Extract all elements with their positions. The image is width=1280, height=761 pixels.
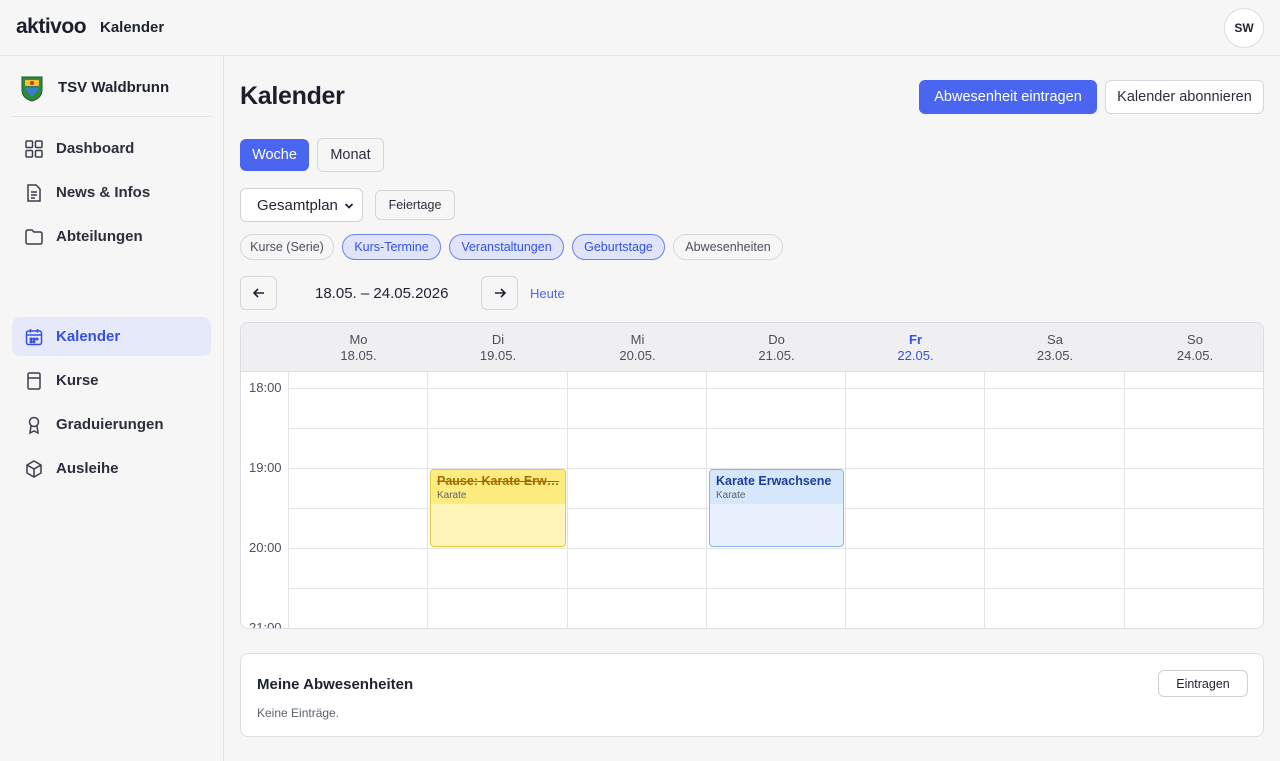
week-date-range: 18.05. – 24.05.2026 bbox=[315, 285, 449, 302]
time-label: 20:00 bbox=[249, 540, 282, 555]
day-date: 19.05. bbox=[479, 348, 517, 363]
column-line bbox=[845, 372, 846, 628]
today-link[interactable]: Heute bbox=[530, 286, 565, 301]
top-bar-title: Kalender bbox=[100, 19, 165, 36]
time-label: 21:00 bbox=[249, 620, 282, 629]
day-date: 18.05. bbox=[340, 348, 377, 363]
day-name: Fr bbox=[909, 332, 922, 347]
filter-chip-geburtstage[interactable]: Geburtstage bbox=[572, 234, 665, 260]
grid-line bbox=[289, 388, 1263, 389]
plan-select[interactable]: Gesamtplan bbox=[240, 188, 363, 222]
day-name: Di bbox=[491, 332, 505, 347]
time-label: 18:00 bbox=[249, 380, 282, 395]
top-bar: aktivoo Kalender SW bbox=[0, 0, 1280, 56]
calendar-body: 18:00 19:00 20:00 21:00 Pause: Karate Er… bbox=[241, 372, 1264, 629]
sidebar-item-label: Abteilungen bbox=[56, 228, 143, 245]
day-name: Mo bbox=[349, 332, 368, 347]
book-icon bbox=[27, 372, 41, 390]
filter-chip-abwesenheiten[interactable]: Abwesenheiten bbox=[673, 234, 783, 260]
day-date: 20.05. bbox=[619, 348, 656, 363]
absences-card: Meine Abwesenheiten Keine Einträge. Eint… bbox=[240, 653, 1264, 737]
app-logo[interactable]: aktivoo bbox=[16, 15, 87, 39]
filter-chip-kurs-termine[interactable]: Kurs-Termine bbox=[342, 234, 441, 260]
arrow-left-icon bbox=[252, 288, 264, 298]
sidebar-item-kurse[interactable]: Kurse bbox=[12, 361, 211, 400]
event-subtitle: Karate bbox=[716, 490, 746, 501]
grid-icon bbox=[25, 140, 43, 158]
club-crest-icon bbox=[21, 76, 43, 102]
column-line bbox=[288, 372, 289, 628]
sidebar-item-dashboard[interactable]: Dashboard bbox=[12, 129, 211, 168]
column-line bbox=[567, 372, 568, 628]
time-label: 19:00 bbox=[249, 460, 282, 475]
day-header-today: Fr 22.05. bbox=[846, 323, 985, 372]
calendar-event-pause[interactable]: Pause: Karate Erw… Karate bbox=[430, 469, 566, 547]
sidebar-item-ausleihe[interactable]: Ausleihe bbox=[12, 449, 211, 488]
folder-icon bbox=[25, 229, 43, 245]
calendar-event-karate[interactable]: Karate Erwachsene Karate bbox=[709, 469, 844, 547]
next-week-button[interactable] bbox=[481, 276, 518, 310]
club-name: TSV Waldbrunn bbox=[58, 79, 170, 96]
day-header: Di 19.05. bbox=[428, 323, 568, 372]
sidebar-item-kalender[interactable]: Kalender bbox=[12, 317, 211, 356]
previous-week-button[interactable] bbox=[240, 276, 277, 310]
day-date: 21.05. bbox=[758, 348, 795, 363]
page-title: Kalender bbox=[240, 82, 345, 110]
chevron-down-icon bbox=[344, 203, 354, 209]
filter-chip-kurse-serie[interactable]: Kurse (Serie) bbox=[240, 234, 334, 260]
club-header[interactable]: TSV Waldbrunn bbox=[12, 56, 211, 117]
add-absence-entry-button[interactable]: Eintragen bbox=[1158, 670, 1248, 697]
week-calendar: Mo 18.05. Di 19.05. Mi 20.05. Do 21.05. … bbox=[240, 322, 1264, 629]
grid-line bbox=[289, 548, 1263, 549]
view-month-button[interactable]: Monat bbox=[317, 138, 384, 172]
day-date: 24.05. bbox=[1176, 348, 1214, 363]
day-name: So bbox=[1187, 332, 1203, 347]
sidebar-item-label: Dashboard bbox=[56, 140, 135, 157]
column-line bbox=[706, 372, 707, 628]
sidebar-item-label: Kurse bbox=[56, 372, 99, 389]
sidebar-item-graduierungen[interactable]: Graduierungen bbox=[12, 405, 211, 444]
add-absence-button[interactable]: Abwesenheit eintragen bbox=[919, 80, 1097, 114]
sidebar: TSV Waldbrunn Dashboard News & Infos Abt… bbox=[0, 56, 224, 761]
event-subtitle: Karate bbox=[437, 490, 467, 501]
filter-chip-veranstaltungen[interactable]: Veranstaltungen bbox=[449, 234, 564, 260]
day-header: Do 21.05. bbox=[707, 323, 846, 372]
day-date: 22.05. bbox=[897, 348, 934, 363]
sidebar-item-label: News & Infos bbox=[56, 184, 151, 201]
day-name: Mi bbox=[630, 332, 645, 347]
grid-line bbox=[289, 428, 1263, 429]
grid-line bbox=[289, 628, 1264, 629]
sidebar-item-label: Ausleihe bbox=[56, 460, 119, 477]
box-icon bbox=[26, 460, 42, 478]
view-week-button[interactable]: Woche bbox=[240, 139, 309, 171]
document-icon bbox=[27, 184, 41, 202]
day-name: Sa bbox=[1047, 332, 1063, 347]
absences-empty-text: Keine Einträge. bbox=[257, 706, 340, 720]
medal-icon bbox=[28, 416, 40, 435]
sidebar-item-label: Kalender bbox=[56, 328, 121, 345]
arrow-right-icon bbox=[494, 288, 506, 298]
holidays-button[interactable]: Feiertage bbox=[375, 190, 455, 220]
column-line bbox=[427, 372, 428, 628]
day-header: Mo 18.05. bbox=[289, 323, 428, 372]
plan-select-value: Gesamtplan bbox=[257, 196, 338, 214]
absences-title: Meine Abwesenheiten bbox=[257, 676, 414, 693]
event-title: Pause: Karate Erw… bbox=[437, 474, 560, 488]
sidebar-item-news[interactable]: News & Infos bbox=[12, 173, 211, 212]
day-header: So 24.05. bbox=[1125, 323, 1263, 372]
day-name: Do bbox=[768, 332, 785, 347]
subscribe-calendar-button[interactable]: Kalender abonnieren bbox=[1105, 80, 1264, 114]
day-date: 23.05. bbox=[1036, 348, 1074, 363]
day-header: Mi 20.05. bbox=[568, 323, 707, 372]
sidebar-item-label: Graduierungen bbox=[56, 416, 164, 433]
sidebar-item-abteilungen[interactable]: Abteilungen bbox=[12, 217, 211, 256]
column-line bbox=[984, 372, 985, 628]
calendar-icon bbox=[25, 329, 43, 346]
column-line bbox=[1124, 372, 1125, 628]
day-header: Sa 23.05. bbox=[985, 323, 1125, 372]
grid-line bbox=[289, 588, 1263, 589]
calendar-header: Mo 18.05. Di 19.05. Mi 20.05. Do 21.05. … bbox=[241, 323, 1263, 372]
user-avatar[interactable]: SW bbox=[1224, 8, 1264, 48]
event-title: Karate Erwachsene bbox=[716, 474, 832, 488]
